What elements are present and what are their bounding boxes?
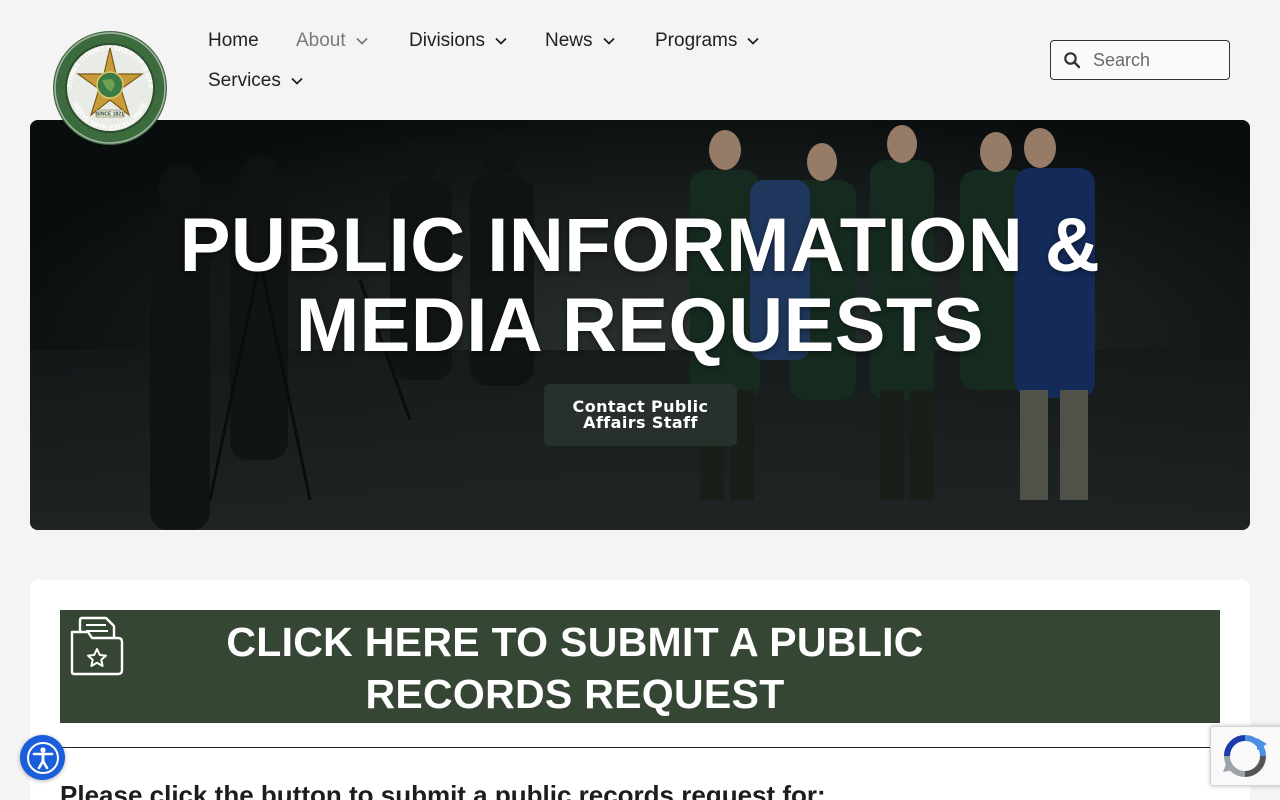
section-divider [60,747,1220,748]
nav-services[interactable]: Services [208,70,304,92]
chevron-down-icon [495,37,507,45]
nav-divisions-label: Divisions [409,30,486,51]
sheriff-badge-logo[interactable]: ST. JOHNS COUNTY SHERIFF'S OFFICE SERVE … [52,30,168,146]
cta-line1: CLICK HERE TO SUBMIT A PUBLIC [226,619,924,665]
nav-divisions[interactable]: Divisions [409,30,508,52]
recaptcha-icon [1223,735,1267,777]
nav-about-label: About [296,30,346,51]
accessibility-icon [26,741,59,774]
hero-title: PUBLIC INFORMATION & MEDIA REQUESTS [30,206,1250,366]
nav-home-label: Home [208,30,259,51]
nav-news[interactable]: News [545,30,616,52]
nav-about[interactable]: About [296,30,369,52]
hero-banner: PUBLIC INFORMATION & MEDIA REQUESTS Cont… [30,120,1250,530]
svg-text:SINCE 1821: SINCE 1821 [96,112,124,118]
chevron-down-icon [602,37,615,45]
contact-public-affairs-button[interactable]: Contact Public Affairs Staff [544,384,737,446]
recaptcha-badge[interactable] [1210,726,1280,786]
public-records-request-button[interactable]: CLICK HERE TO SUBMIT A PUBLIC RECORDS RE… [60,610,1220,723]
search-icon[interactable] [1063,51,1081,69]
cta-line2: RECORDS REQUEST [365,671,785,717]
hero-title-line1: PUBLIC INFORMATION & [179,203,1101,288]
chevron-down-icon [747,37,759,45]
records-request-label: CLICK HERE TO SUBMIT A PUBLIC RECORDS RE… [185,616,965,720]
folder-star-icon [70,616,124,676]
nav-programs-label: Programs [655,30,738,51]
accessibility-button[interactable] [20,735,65,780]
nav-home[interactable]: Home [208,30,259,52]
chevron-down-icon [356,37,368,45]
search-input[interactable] [1093,49,1223,71]
nav-services-label: Services [208,70,281,91]
search-box[interactable] [1050,40,1230,80]
hero-title-line2: MEDIA REQUESTS [295,283,985,368]
chevron-down-icon [291,77,303,85]
nav-news-label: News [545,30,593,51]
nav-programs[interactable]: Programs [655,30,760,52]
contact-button-line2: Affairs Staff [583,413,698,432]
records-subheading: Please click the button to submit a publ… [60,780,826,800]
